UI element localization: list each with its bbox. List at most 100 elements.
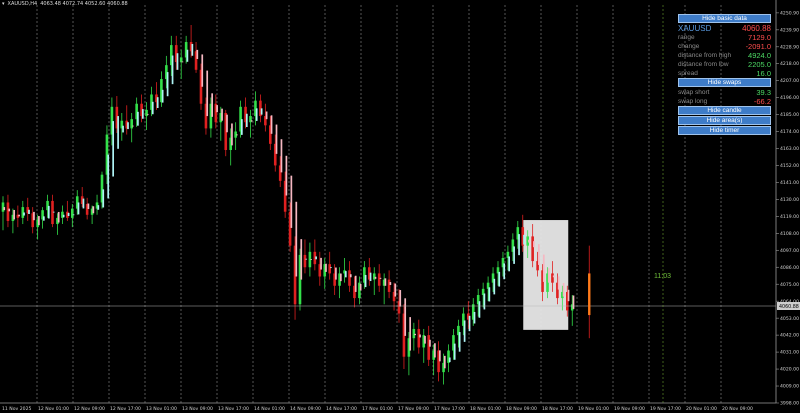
heikin-ashi-bar	[176, 53, 179, 70]
heikin-ashi-bar	[241, 119, 243, 135]
heikin-ashi-bar	[344, 271, 347, 278]
price-tick-label: 4196.00	[780, 95, 799, 101]
candle-body	[145, 109, 148, 117]
hide-swaps-button[interactable]: Hide swaps	[678, 78, 771, 87]
heikin-ashi-bar	[414, 333, 416, 336]
heikin-ashi-bar	[57, 211, 60, 223]
panel-symbol: XAUUSD	[678, 24, 712, 33]
chevron-down-icon[interactable]: ▾	[2, 1, 5, 7]
heikin-ashi-bar	[87, 203, 90, 210]
symbol-label: XAUUSD,H4	[7, 1, 38, 7]
heikin-ashi-bar	[275, 124, 278, 154]
heikin-ashi-bar	[161, 89, 164, 103]
time-tick-label: 14 Nov 09:00	[290, 406, 321, 412]
heikin-ashi-bar	[107, 154, 110, 199]
heikin-ashi-bar	[201, 54, 204, 87]
hide-candle-button[interactable]: Hide candle	[678, 106, 771, 115]
candle-body	[417, 328, 421, 348]
price-chart[interactable]: 4060.88 4250.90 4239.90 4228.90 4218.00 4207…	[0, 0, 800, 413]
heikin-ashi-bar	[181, 61, 184, 63]
time-tick-label: 14 Nov 17:00	[326, 406, 357, 412]
heikin-ashi-bar	[43, 216, 45, 221]
highlight-area	[523, 220, 569, 330]
hide-areas-button[interactable]: Hide area(s)	[678, 116, 771, 125]
heikin-ashi-bar	[557, 276, 560, 290]
price-tick-label: 4207.00	[780, 78, 799, 84]
price-tick-label: 4020.00	[780, 367, 799, 373]
panel-row-label: spread	[678, 70, 698, 77]
candle-body	[179, 57, 183, 63]
panel-row-value: 39.3	[756, 88, 771, 97]
heikin-ashi-bar	[97, 205, 100, 210]
panel-row-label: range	[678, 34, 695, 41]
heikin-ashi-bar	[374, 276, 377, 279]
heikin-ashi-bar	[137, 111, 139, 126]
heikin-ashi-bar	[142, 109, 144, 119]
panel-row-label: distance from low	[678, 61, 729, 68]
heikin-ashi-bar	[127, 122, 129, 130]
heikin-ashi-bar	[300, 239, 303, 280]
price-tick-label: 4141.00	[780, 180, 799, 186]
heikin-ashi-bar	[191, 43, 194, 56]
price-axis: 4250.90 4239.90 4228.90 4218.00 4207.00 4196.…	[775, 0, 799, 407]
ohlc-readout: 4063.48 4072.74 4052.60 4060.88	[40, 1, 128, 7]
time-tick-label: 13 Nov 01:00	[146, 406, 177, 412]
heikin-ashi-bar	[533, 241, 535, 248]
panel-row-value: 16.0	[756, 69, 771, 78]
chart-grid	[36, 5, 722, 403]
price-tick-label: 4218.00	[780, 61, 799, 67]
heikin-ashi-bar	[255, 108, 258, 121]
panel-row-swap-short: swap short 39.3	[678, 88, 771, 97]
time-tick-label: 19 Nov 17:00	[650, 406, 681, 412]
heikin-ashi-bar	[77, 202, 80, 215]
heikin-ashi-bar	[488, 287, 491, 302]
panel-row-change: change -2091.0	[678, 42, 771, 51]
heikin-ashi-bar	[112, 121, 114, 177]
price-tick-label: 4031.00	[780, 350, 799, 356]
heikin-ashi-bar	[399, 290, 402, 307]
heikin-ashi-bar	[409, 317, 411, 351]
panel-row-label: change	[678, 43, 700, 50]
heikin-ashi-bar	[260, 108, 263, 115]
candle-body	[328, 264, 331, 274]
price-tick-label: 4228.90	[780, 44, 799, 50]
heikin-ashi-bar	[290, 175, 293, 228]
heikin-ashi-bar	[117, 116, 119, 149]
heikin-ashi-bar	[72, 214, 75, 216]
heikin-ashi-bar	[102, 189, 105, 208]
heikin-ashi-bar	[250, 120, 253, 122]
time-tick-label: 19 Nov 09:00	[614, 406, 645, 412]
hide-timer-button[interactable]: Hide timer	[678, 126, 771, 135]
price-tick-label: 4042.00	[780, 333, 799, 339]
price-tick-label: 4108.00	[780, 231, 799, 237]
heikin-ashi-bar	[424, 335, 426, 344]
candle-body	[427, 335, 430, 360]
heikin-ashi-bar	[567, 289, 570, 302]
heikin-ashi-bar	[171, 55, 174, 85]
price-tick-label: 4086.00	[780, 265, 799, 271]
panel-row-spread: spread 16.0	[678, 69, 771, 78]
time-axis: 11 Nov 2025 12 Nov 01:00 12 Nov 09:00 12 No…	[0, 402, 776, 412]
heikin-ashi-bar	[443, 355, 446, 369]
heikin-ashi-bar	[216, 105, 218, 113]
price-tick-label: 4075.00	[780, 282, 799, 288]
heikin-ashi-bar	[62, 214, 65, 218]
hide-basic-data-button[interactable]: Hide basic data	[678, 14, 771, 23]
heikin-ashi-bar	[325, 263, 327, 272]
heikin-ashi-bar	[330, 267, 332, 269]
heikin-ashi-bar	[473, 311, 476, 324]
heikin-ashi-bar	[33, 211, 35, 221]
heikin-ashi-bar	[295, 201, 298, 277]
heikin-ashi-bar	[528, 239, 530, 243]
heikin-ashi-bar	[335, 267, 337, 280]
panel-row-swap-long: swap long -66.2	[678, 97, 771, 106]
candles	[1, 25, 575, 385]
panel-row-value: 4924.0	[748, 51, 771, 60]
heikin-ashi-bar	[122, 125, 124, 133]
price-tick-label: 4250.90	[780, 10, 799, 16]
heikin-ashi-bar	[493, 278, 496, 295]
price-tick-label: 4097.00	[780, 248, 799, 254]
heikin-ashi-bar	[434, 343, 436, 358]
heikin-ashi-bar	[305, 258, 308, 260]
heikin-ashi-bar	[8, 208, 11, 212]
